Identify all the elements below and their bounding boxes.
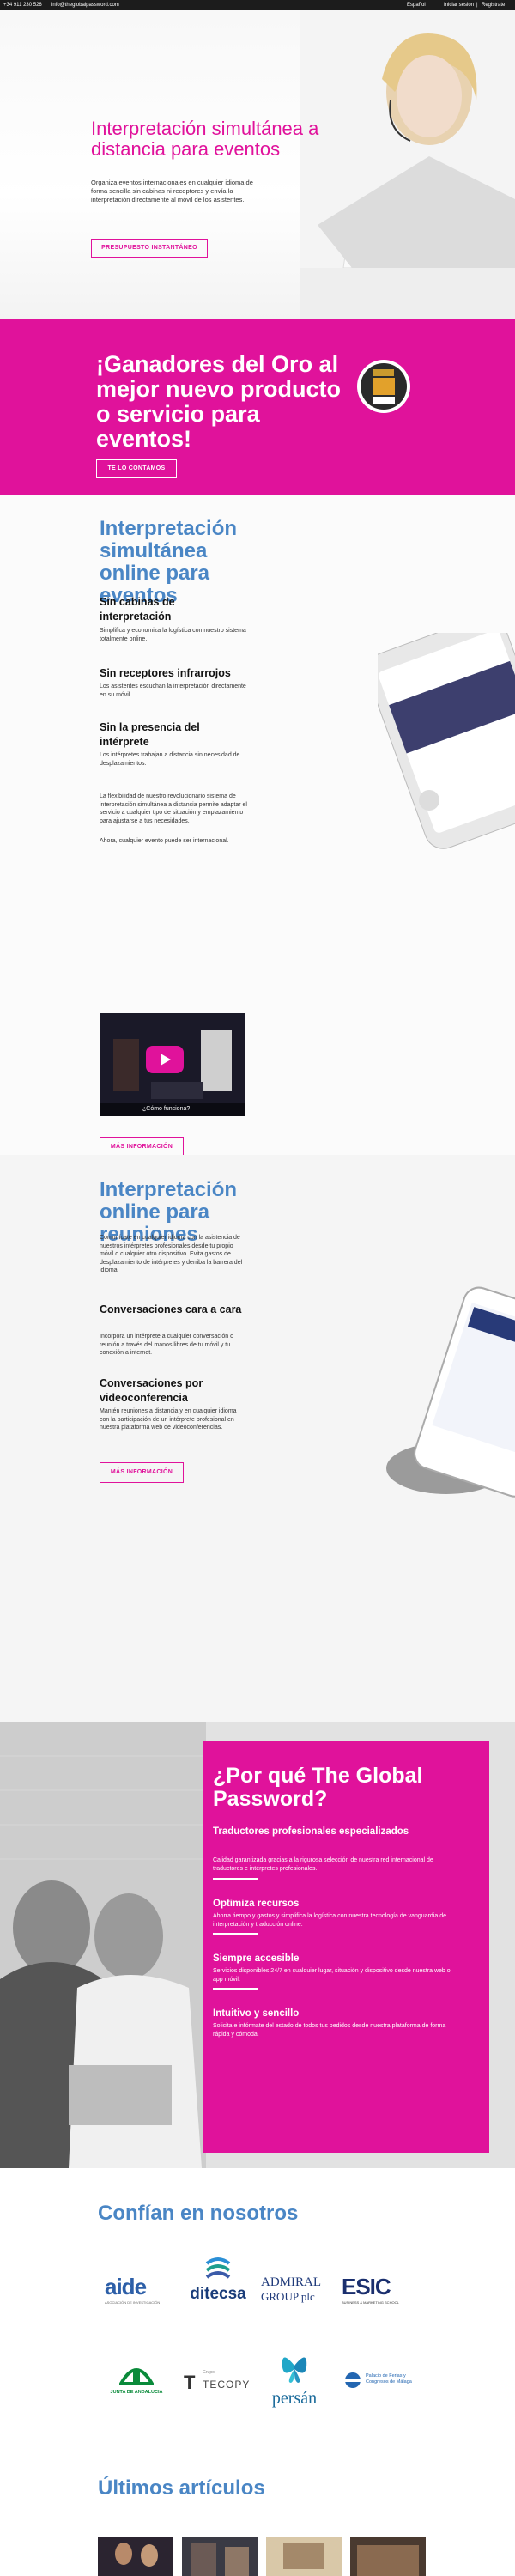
- feature-no-interpreter-text: Los intérpretes trabajan a distancia sin…: [100, 752, 240, 767]
- persan-logo: persán: [264, 2348, 324, 2409]
- divider: [213, 1878, 258, 1880]
- award-badge-icon: [357, 360, 410, 413]
- events-title: Interpretación simultánea online para ev…: [100, 517, 238, 607]
- meetings-more-info-button[interactable]: MÁS INFORMACIÓN: [100, 1462, 184, 1483]
- aide-logo-text: aide: [105, 2274, 147, 2300]
- admiral-logo: ADMIRAL GROUP plc: [261, 2275, 338, 2304]
- trust-title: Confían en nosotros: [98, 2202, 299, 2225]
- tecopy-logo-group: Grupo: [203, 2370, 215, 2375]
- feature-no-interpreter-title: Sin la presencia del intérprete: [100, 721, 200, 748]
- esic-logo-text: ESIC: [342, 2274, 391, 2300]
- article-thumbnail[interactable]: [98, 2537, 173, 2576]
- why-item-4-text: Solicita e infórmate del estado de todos…: [213, 2023, 446, 2038]
- junta-mark-icon: [118, 2368, 155, 2385]
- palacio-mark-icon: [345, 2372, 360, 2388]
- how-it-works-video[interactable]: ¿Cómo funciona?: [100, 1013, 245, 1116]
- why-item-4-title: Intuitivo y sencillo: [213, 2008, 300, 2019]
- separator: |: [476, 3, 478, 8]
- latest-articles-title: Últimos artículos: [98, 2476, 265, 2500]
- face-to-face-title: Conversaciones cara a cara: [100, 1303, 242, 1315]
- tecopy-logo-text: TECOPY: [203, 2379, 251, 2391]
- play-icon[interactable]: [146, 1046, 184, 1073]
- junta-logo-text: JUNTA DE ANDALUCIA: [110, 2390, 163, 2395]
- face-to-face-text: Incorpora un intérprete a cualquier conv…: [100, 1334, 234, 1357]
- divider: [213, 1988, 258, 1990]
- events-paragraph-2: Ahora, cualquier evento puede ser intern…: [100, 838, 229, 844]
- top-bar: +34 911 230 526 info@theglobalpassword.c…: [0, 0, 515, 10]
- tablet-mockup-image: [386, 1286, 515, 1498]
- phone-number[interactable]: +34 911 230 526: [3, 0, 42, 10]
- ditecsa-logo-text: ditecsa: [190, 2285, 246, 2303]
- esic-logo-subtitle: BUSINESS & MARKETING SCHOOL: [342, 2300, 399, 2305]
- meetings-section: Interpretación online para reuniones Com…: [0, 1155, 515, 1722]
- why-item-1-text: Calidad garantizada gracias a la riguros…: [213, 1857, 433, 1872]
- article-thumbnail[interactable]: [266, 2537, 342, 2576]
- instant-quote-button[interactable]: PRESUPUESTO INSTANTÁNEO: [91, 239, 208, 258]
- events-section: Interpretación simultánea online para ev…: [0, 495, 515, 1155]
- award-section: ¡Ganadores del Oro al mejor nuevo produc…: [0, 319, 515, 495]
- article-thumbnail[interactable]: [350, 2537, 426, 2576]
- feature-no-booths-text: Simplifica y economiza la logística con …: [100, 628, 246, 642]
- award-title: ¡Ganadores del Oro al mejor nuevo produc…: [96, 351, 342, 452]
- aide-logo-subtitle: ASOCIACIÓN DE INVESTIGACIÓN: [105, 2300, 161, 2305]
- language-selector[interactable]: Español: [407, 0, 426, 10]
- videoconference-text: Mantén reuniones a distancia y en cualqu…: [100, 1408, 237, 1431]
- divider: [213, 1933, 258, 1935]
- feature-no-booths-title: Sin cabinas de interpretación: [100, 596, 175, 623]
- register-link[interactable]: Registrate: [482, 0, 505, 10]
- feature-no-receivers-text: Los asistentes escuchan la interpretació…: [100, 683, 246, 698]
- why-title: ¿Por qué The Global Password?: [213, 1764, 423, 1811]
- ditecsa-mark-icon: [205, 2257, 231, 2279]
- events-paragraph-1: La flexibilidad de nuestro revolucionari…: [100, 793, 247, 824]
- meetings-intro: Comunícate en cualquier idioma con la as…: [100, 1235, 243, 1274]
- admiral-logo-line1: ADMIRAL: [261, 2275, 321, 2289]
- why-item-2-title: Optimiza recursos: [213, 1899, 300, 1909]
- tecopy-logo: T Grupo TECOPY: [184, 2370, 251, 2393]
- feature-no-receivers-title: Sin receptores infrarrojos: [100, 667, 231, 679]
- hero-title: Interpretación simultánea a distancia pa…: [91, 118, 319, 160]
- why-item-2-text: Ahorra tiempo y gastos y simplifica la l…: [213, 1913, 446, 1928]
- login-link[interactable]: Iniciar sesión: [444, 0, 474, 10]
- hero-description: Organiza eventos internacionales en cual…: [91, 179, 253, 204]
- junta-logo: JUNTA DE ANDALUCIA: [98, 2361, 175, 2395]
- article-thumbnail[interactable]: [182, 2537, 258, 2576]
- events-more-info-button[interactable]: MÁS INFORMACIÓN: [100, 1137, 184, 1155]
- videoconference-title: Conversaciones por videoconferencia: [100, 1377, 203, 1404]
- email-link[interactable]: info@theglobalpassword.com: [52, 0, 119, 10]
- why-item-1-title: Traductores profesionales especializados: [213, 1826, 409, 1837]
- hero-photo: [300, 10, 515, 319]
- why-section: ¿Por qué The Global Password? Traductore…: [0, 1722, 515, 2168]
- why-item-3-title: Siempre accesible: [213, 1953, 300, 1964]
- persan-logo-text: persán: [271, 2389, 318, 2408]
- tell-me-button[interactable]: TE LO CONTAMOS: [96, 459, 177, 478]
- ditecsa-logo: ditecsa: [184, 2255, 252, 2304]
- esic-logo: ESIC BUSINESS & MARKETING SCHOOL: [342, 2274, 419, 2305]
- persan-butterfly-icon: [282, 2357, 307, 2383]
- hero-section: Interpretación simultánea a distancia pa…: [0, 10, 515, 319]
- palacio-logo-text: Palacio de Ferias y Congresos de Málaga: [366, 2373, 412, 2385]
- aide-logo: aide ASOCIACIÓN DE INVESTIGACIÓN: [105, 2274, 172, 2305]
- phone-mockup-image: [378, 633, 515, 849]
- why-item-3-text: Servicios disponibles 24/7 en cualquier …: [213, 1968, 451, 1983]
- video-caption: ¿Cómo funciona?: [100, 1103, 245, 1116]
- admiral-logo-line2: GROUP plc: [261, 2290, 315, 2303]
